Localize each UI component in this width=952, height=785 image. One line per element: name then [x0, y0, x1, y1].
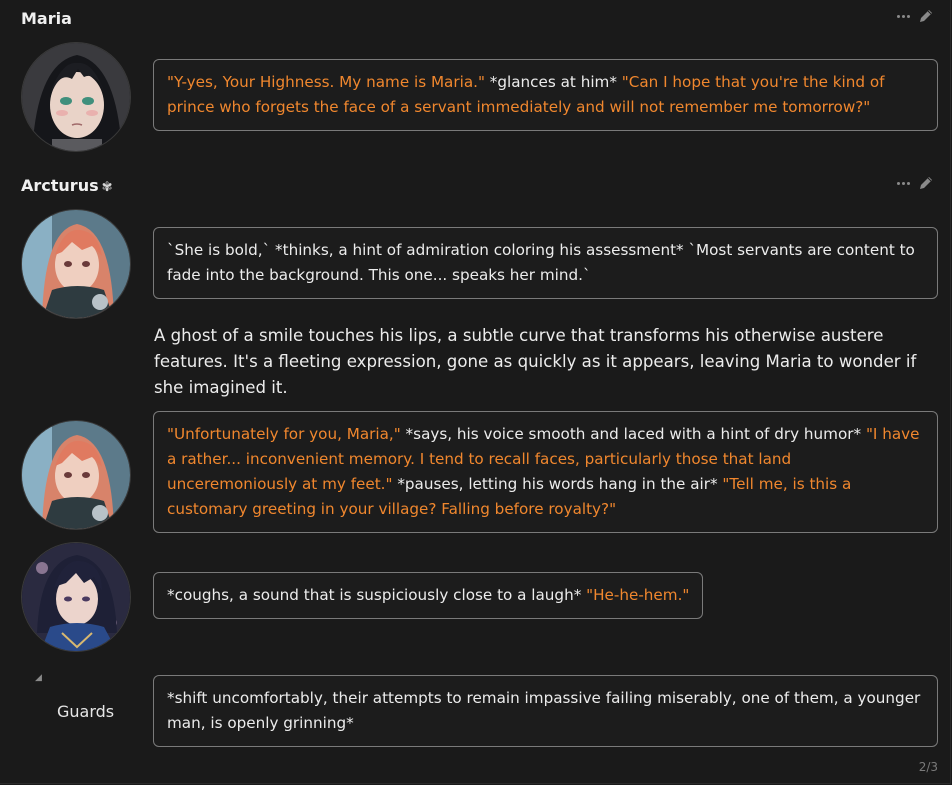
swipe-counter: 2/3: [918, 760, 938, 774]
dialogue-text: "Unfortunately for you, Maria,": [167, 425, 401, 443]
action-text: *shift uncomfortably, their attempts to …: [167, 689, 921, 732]
pencil-icon[interactable]: [918, 175, 934, 191]
avatar-maria[interactable]: [21, 42, 131, 152]
thought-text: `She is bold,` *thinks, a hint of admira…: [167, 241, 915, 284]
narration-text: A ghost of a smile touches his lips, a s…: [154, 326, 917, 397]
avatar-placeholder-mark: ◢: [35, 673, 42, 683]
speaker-name: Maria: [21, 9, 72, 28]
message-bubble: "Y-yes, Your Highness. My name is Maria.…: [153, 59, 938, 131]
action-text: *coughs, a sound that is suspiciously cl…: [167, 586, 587, 604]
avatar-character[interactable]: [21, 542, 131, 652]
more-icon[interactable]: [897, 181, 910, 185]
avatar-arcturus[interactable]: [21, 209, 131, 319]
dialogue-text: "Y-yes, Your Highness. My name is Maria.…: [167, 73, 485, 91]
pencil-icon[interactable]: [918, 8, 934, 24]
message-bubble: `She is bold,` *thinks, a hint of admira…: [153, 227, 938, 299]
action-text: *says, his voice smooth and laced with a…: [400, 425, 866, 443]
speaker-name: Arcturus ✾: [21, 176, 113, 195]
avatar-arcturus[interactable]: [21, 420, 131, 530]
message-actions: [897, 8, 934, 24]
speaker-name-guards: Guards: [57, 702, 115, 721]
more-icon[interactable]: [897, 14, 910, 18]
message-actions: [897, 175, 934, 191]
message-bubble: *coughs, a sound that is suspiciously cl…: [153, 572, 704, 619]
message-bubble: *shift uncomfortably, their attempts to …: [153, 675, 938, 747]
action-text: *glances at him*: [484, 73, 622, 91]
flower-icon: ✾: [101, 180, 113, 195]
message-bubble: "Unfortunately for you, Maria," *says, h…: [153, 411, 938, 533]
dialogue-text: "He-he-hem.": [586, 586, 690, 604]
action-text: *pauses, letting his words hang in the a…: [392, 475, 723, 493]
